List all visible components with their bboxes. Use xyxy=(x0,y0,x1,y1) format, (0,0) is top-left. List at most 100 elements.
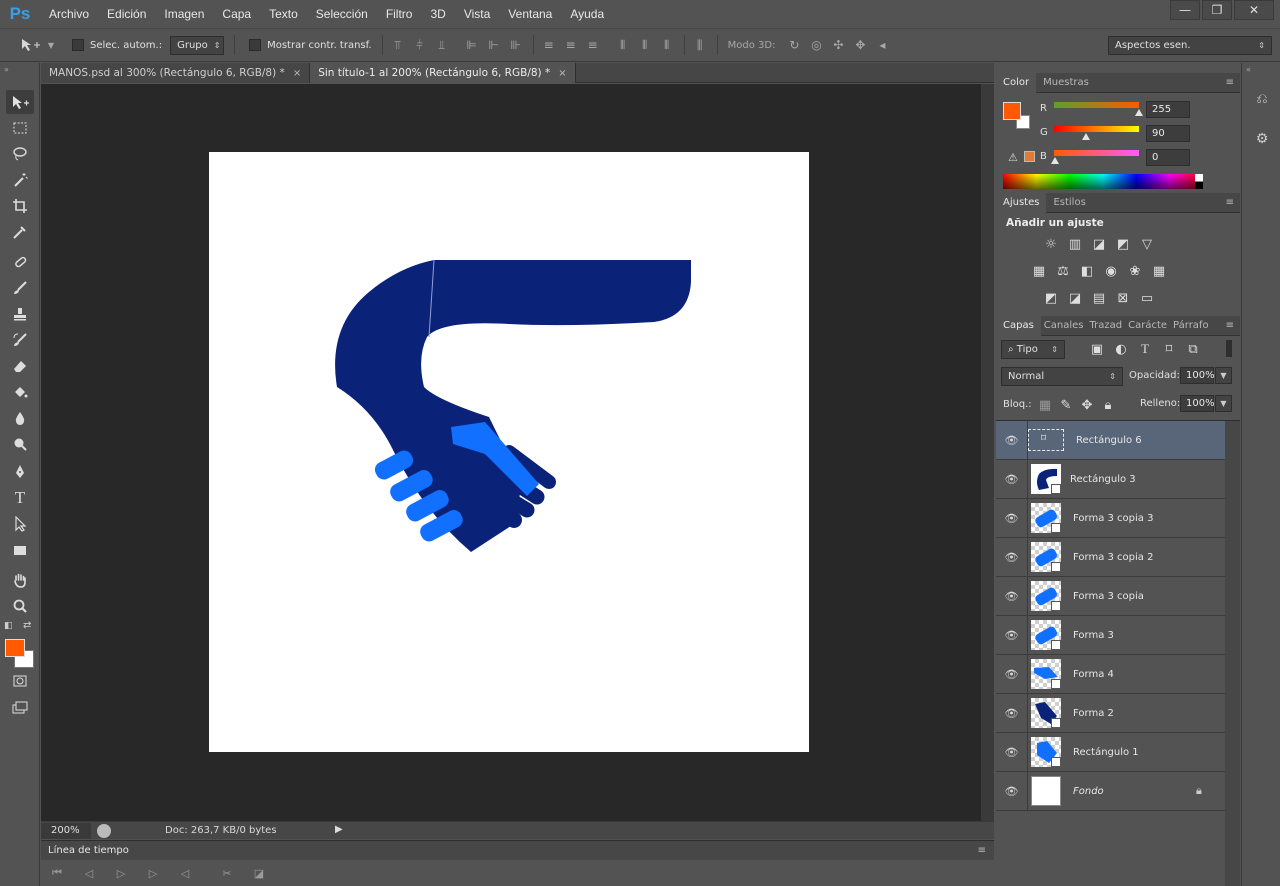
fill-chevron-icon[interactable]: ▼ xyxy=(1215,395,1232,412)
tab-muestras[interactable]: Muestras xyxy=(1036,73,1096,93)
align-right-icon[interactable]: ⊪ xyxy=(509,38,523,52)
eye-icon[interactable]: 👁︎ xyxy=(996,459,1028,499)
panel-menu-icon[interactable]: ≡ xyxy=(1226,320,1234,331)
play-icon[interactable]: ▷ xyxy=(105,863,137,883)
distribute-bottom-icon[interactable]: ≡ xyxy=(586,38,600,52)
layer-row[interactable]: 👁︎ Rectángulo 3 xyxy=(996,459,1225,499)
gamut-color-swatch[interactable] xyxy=(1024,151,1035,162)
quick-mask-tool[interactable] xyxy=(6,669,34,693)
layer-name[interactable]: Rectángulo 3 xyxy=(1070,474,1136,485)
r-value-field[interactable]: 255 xyxy=(1146,101,1190,118)
layer-name[interactable]: Forma 3 copia 2 xyxy=(1073,552,1153,563)
posterize-icon[interactable]: ◪ xyxy=(1066,290,1084,306)
crop-tool[interactable] xyxy=(6,194,34,218)
eye-icon[interactable]: 👁︎ xyxy=(996,771,1028,811)
vibrance-icon[interactable]: ▽ xyxy=(1138,236,1156,252)
levels-icon[interactable]: ▥ xyxy=(1066,236,1084,252)
audio-icon[interactable]: ◁ xyxy=(169,863,201,883)
menu-ventana[interactable]: Ventana xyxy=(499,0,561,28)
align-bottom-icon[interactable]: ⫫ xyxy=(435,38,449,52)
eye-icon[interactable]: 👁︎ xyxy=(996,498,1028,538)
align-vcenter-icon[interactable]: ⫩ xyxy=(413,38,427,52)
vertical-scrollbar[interactable] xyxy=(981,84,994,821)
dodge-tool[interactable] xyxy=(6,432,34,456)
panel-menu-icon[interactable]: ≡ xyxy=(1226,197,1234,208)
panel-menu-icon[interactable]: ≡ xyxy=(978,845,986,856)
lock-transparency-icon[interactable]: ▦ xyxy=(1036,397,1054,413)
menu-capa[interactable]: Capa xyxy=(213,0,260,28)
tab-manos[interactable]: MANOS.psd al 300% (Rectángulo 6, RGB/8) … xyxy=(41,63,311,83)
tab-capas[interactable]: Capas xyxy=(996,315,1041,336)
layer-name[interactable]: Rectángulo 1 xyxy=(1073,747,1139,758)
layer-name[interactable]: Forma 2 xyxy=(1073,708,1114,719)
lock-pixels-icon[interactable]: ✎ xyxy=(1057,397,1075,413)
foreground-color-swatch[interactable] xyxy=(5,639,25,657)
layer-row[interactable]: 👁︎ Forma 4 xyxy=(996,654,1225,694)
color-lookup-icon[interactable]: ▦ xyxy=(1150,263,1168,279)
history-brush-tool[interactable] xyxy=(6,328,34,352)
layer-name[interactable]: Forma 3 copia xyxy=(1073,591,1144,602)
exposure-icon[interactable]: ◩ xyxy=(1114,236,1132,252)
distribute-vcenter-icon[interactable]: ≡ xyxy=(564,38,578,52)
tab-parrafo[interactable]: Párrafo xyxy=(1170,316,1212,336)
opacity-field[interactable]: 100% xyxy=(1180,367,1215,384)
brush-tool[interactable] xyxy=(6,276,34,300)
align-left-icon[interactable]: ⊫ xyxy=(465,38,479,52)
lock-all-icon[interactable]: 🔒︎ xyxy=(1099,397,1117,413)
black-white-icon[interactable]: ◧ xyxy=(1078,263,1096,279)
opacity-chevron-icon[interactable]: ▼ xyxy=(1215,367,1232,384)
menu-vista[interactable]: Vista xyxy=(455,0,499,28)
color-fg-swatch[interactable] xyxy=(1003,102,1021,120)
eye-icon[interactable]: 👁︎ xyxy=(996,576,1028,616)
menu-ayuda[interactable]: Ayuda xyxy=(561,0,613,28)
layer-row[interactable]: 👁︎ Forma 3 xyxy=(996,615,1225,655)
eyedropper-tool[interactable] xyxy=(6,220,34,244)
pen-tool[interactable] xyxy=(6,460,34,484)
swap-colors-icon[interactable]: ⇄ xyxy=(23,620,31,631)
layer-row[interactable]: 👁︎ ⌑ Rectángulo 6 xyxy=(996,420,1225,460)
layer-row[interactable]: 👁︎ Forma 3 copia xyxy=(996,576,1225,616)
healing-brush-tool[interactable] xyxy=(6,250,34,274)
filter-type-icon[interactable]: T xyxy=(1136,341,1154,357)
r-slider-thumb[interactable] xyxy=(1135,109,1143,116)
show-transform-checkbox[interactable] xyxy=(249,39,262,51)
collapse-icon[interactable]: » xyxy=(4,65,9,74)
first-frame-icon[interactable]: ⏮ xyxy=(41,863,73,883)
history-panel-icon[interactable]: ⎌ xyxy=(1252,89,1272,109)
move-tool[interactable] xyxy=(6,90,34,114)
tab-trazados[interactable]: Trazad xyxy=(1087,316,1126,336)
slide-3d-icon[interactable]: ✥ xyxy=(853,38,867,52)
hand-tool[interactable] xyxy=(6,568,34,592)
close-icon[interactable]: × xyxy=(558,68,566,79)
layer-name[interactable]: Fondo xyxy=(1073,786,1104,797)
layer-name[interactable]: Forma 3 xyxy=(1073,630,1114,641)
move-tool-preset-icon[interactable] xyxy=(20,38,42,52)
layers-scrollbar[interactable] xyxy=(1225,421,1240,886)
color-spectrum[interactable] xyxy=(1003,174,1203,189)
close-icon[interactable]: × xyxy=(293,68,301,79)
tab-caracter[interactable]: Carácte xyxy=(1125,316,1170,336)
layer-name[interactable]: Rectángulo 6 xyxy=(1076,435,1142,446)
filter-toggle[interactable] xyxy=(1226,340,1232,357)
lock-position-icon[interactable]: ✥ xyxy=(1078,397,1096,413)
invert-icon[interactable]: ◩ xyxy=(1042,290,1060,306)
hue-saturation-icon[interactable]: ▦ xyxy=(1030,263,1048,279)
blur-tool[interactable] xyxy=(6,406,34,430)
menu-archivo[interactable]: Archivo xyxy=(40,0,98,28)
document-canvas[interactable] xyxy=(209,152,809,752)
color-balance-icon[interactable]: ⚖ xyxy=(1054,263,1072,279)
threshold-icon[interactable]: ▤ xyxy=(1090,290,1108,306)
menu-3d[interactable]: 3D xyxy=(421,0,454,28)
photo-filter-icon[interactable]: ◉ xyxy=(1102,263,1120,279)
screen-mode-tool[interactable] xyxy=(6,696,34,720)
type-tool[interactable]: T xyxy=(6,486,34,510)
scissors-icon[interactable]: ✂ xyxy=(211,863,243,883)
g-slider-thumb[interactable] xyxy=(1082,133,1090,140)
layer-row[interactable]: 👁︎ Forma 3 copia 2 xyxy=(996,537,1225,577)
eraser-tool[interactable] xyxy=(6,354,34,378)
tab-canales[interactable]: Canales xyxy=(1041,316,1087,336)
layer-row[interactable]: 👁︎ Rectángulo 1 xyxy=(996,732,1225,772)
auto-align-icon[interactable]: ⫼ xyxy=(693,38,707,52)
rectangle-tool[interactable] xyxy=(6,538,34,562)
eye-icon[interactable]: 👁︎ xyxy=(996,732,1028,772)
